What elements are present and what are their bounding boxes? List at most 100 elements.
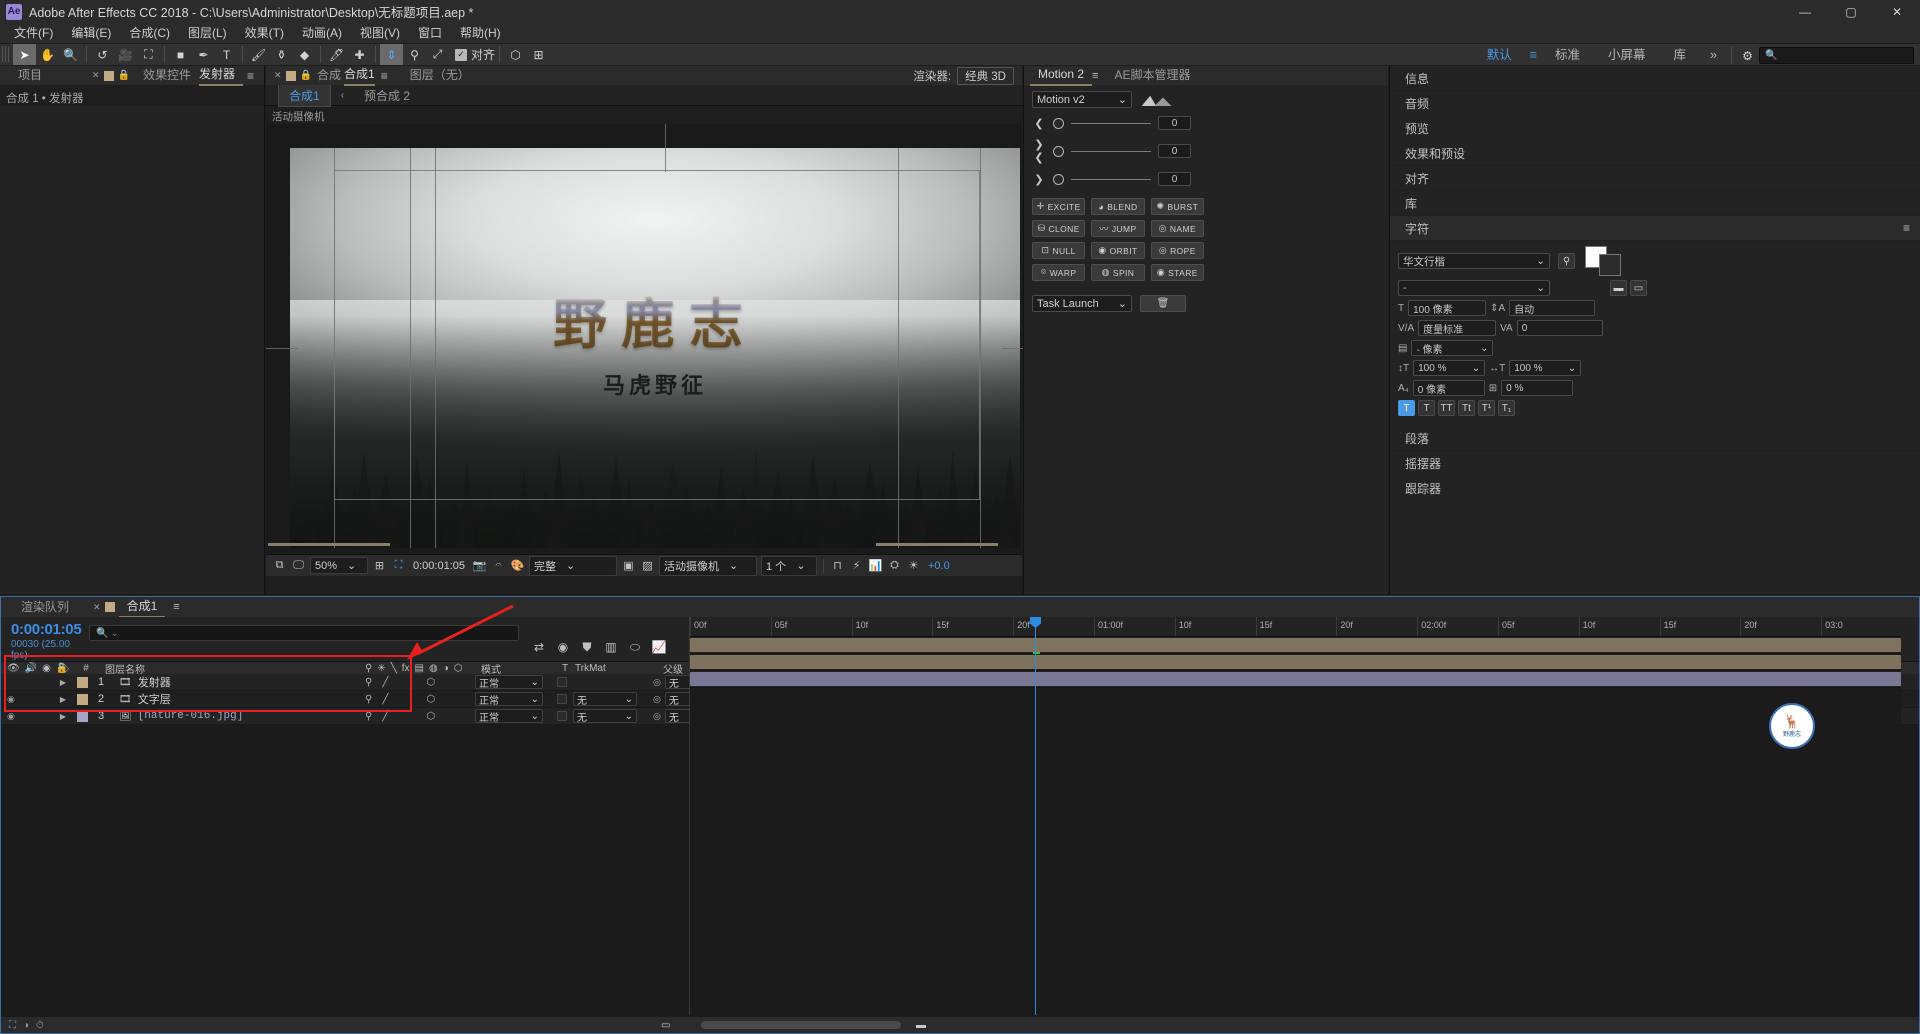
grid-guides-icon[interactable]: ⊞ [372, 558, 387, 573]
toggle-switches-icon[interactable]: ⛶ [9, 1020, 16, 1031]
exposure-value[interactable]: +0.0 [925, 560, 953, 572]
parent-pickwhip-icon[interactable]: ◎ [653, 711, 661, 722]
vertical-scale-field[interactable]: 100 % ⌄ [1413, 360, 1486, 376]
fast-preview-icon[interactable]: ⚡ [849, 558, 864, 573]
timeline-track-row[interactable] [690, 654, 1901, 671]
sidebar-item-4[interactable]: 对齐 [1390, 166, 1920, 191]
timeline-timecode[interactable]: 0:00:01:05 [11, 621, 89, 638]
fill-swatch-small-icon[interactable]: ▬ [1610, 280, 1627, 296]
menu-item-0[interactable]: 文件(F) [5, 23, 62, 43]
subtab-collapse-icon[interactable]: ‹ [333, 90, 352, 101]
solo-switch-icon[interactable]: ◉ [42, 663, 51, 674]
align-toggle[interactable]: ✓ 对齐 [455, 46, 495, 63]
snapshot-icon[interactable]: 📷 [472, 558, 487, 573]
motionblur-icon[interactable]: ◍ [429, 663, 438, 674]
zoom-in-icon[interactable]: ▬ [916, 1020, 926, 1031]
layer-shy-switch[interactable]: ⚲ [365, 677, 372, 688]
maximize-button[interactable]: ▢ [1828, 0, 1874, 23]
layer-color-swatch[interactable] [76, 710, 88, 722]
composition-mini-flowchart-icon[interactable]: ⇄ [531, 639, 547, 655]
slider-track-1[interactable] [1071, 150, 1151, 152]
layer-t-toggle[interactable] [557, 694, 567, 704]
timeline-search-input[interactable]: 🔍 ⌄ [89, 625, 519, 641]
parent-pickwhip-icon[interactable]: ◎ [653, 677, 661, 688]
roto-brush-tool[interactable]: 🖊 [325, 44, 348, 65]
toolbar-grip-icon[interactable] [2, 47, 10, 62]
clone-stamp-tool[interactable]: ⚱ [270, 44, 293, 65]
motion-button-null[interactable]: ⊡ NULL [1032, 242, 1086, 259]
workspace-3[interactable]: 库 [1660, 44, 1701, 67]
composition-stage[interactable]: 野鹿志 马虎野征 [266, 124, 1034, 554]
tab-composition[interactable]: 合成 [317, 66, 344, 85]
stroke-width-field[interactable]: - 像素 ⌄ [1411, 340, 1494, 356]
type-style-button-2[interactable]: TT [1438, 400, 1455, 416]
search-input[interactable]: 🔍 [1759, 47, 1914, 64]
font-size-field[interactable]: 100 像素 [1408, 300, 1487, 316]
graph-editor-icon[interactable]: 📈 [651, 639, 667, 655]
type-style-button-4[interactable]: T¹ [1478, 400, 1495, 416]
slider-value-0[interactable]: 0 [1158, 116, 1191, 130]
motion-button-spin[interactable]: ◍ SPIN [1091, 264, 1145, 281]
grid-icon[interactable]: ⊞ [527, 44, 550, 65]
comp-lock-icon[interactable]: 🔒 [300, 70, 312, 81]
layer-t-toggle[interactable] [557, 711, 567, 721]
slider-icon-1[interactable]: ❯❮ [1032, 138, 1046, 164]
menu-item-5[interactable]: 动画(A) [293, 23, 351, 43]
motion-panel-menu-icon[interactable]: ≡ [1092, 70, 1106, 82]
tab-project[interactable]: 项目 [10, 66, 50, 85]
motion-tab-0[interactable]: Motion 2 [1030, 65, 1093, 86]
renderer-button[interactable]: 经典 3D [957, 67, 1014, 85]
close-comp-tab-icon[interactable]: ✕ [274, 70, 282, 81]
motion-blur-icon[interactable]: ⬭ [627, 639, 643, 655]
layer-expand-arrow[interactable]: ▶ [53, 691, 73, 707]
tsume-field[interactable]: 0 % [1501, 380, 1574, 396]
zoom-out-icon[interactable]: ▭ [661, 1020, 670, 1031]
comp-subtab-1[interactable]: 预合成 2 [354, 85, 420, 106]
show-snapshot-icon[interactable]: 𝄐 [491, 558, 506, 573]
layer-duration-bar[interactable] [690, 655, 1901, 669]
layer-video-toggle[interactable]: ◉ [7, 711, 15, 722]
close-button[interactable]: ✕ [1874, 0, 1920, 23]
layer-quality-switch[interactable]: ╱ [382, 677, 388, 688]
rotation-tool[interactable]: ↺ [91, 44, 114, 65]
layer-trkmat-select[interactable]: 无 ⌄ [573, 692, 637, 707]
camera-view-select[interactable]: 活动摄像机 ⌄ [659, 555, 757, 576]
snapping-icon[interactable]: ⬡ [504, 44, 527, 65]
flowchart-icon[interactable]: ⛭ [887, 558, 902, 573]
motion-button-blend[interactable]: ◕ BLEND [1091, 198, 1145, 215]
workspace-settings-icon[interactable]: ⚙ [1736, 45, 1759, 66]
menu-item-8[interactable]: 帮助(H) [451, 23, 510, 43]
eraser-tool[interactable]: ◆ [293, 44, 316, 65]
selection-tool[interactable]: ➤ [13, 44, 36, 65]
layer-quality-switch[interactable]: ╱ [382, 694, 388, 705]
menu-item-6[interactable]: 视图(V) [351, 23, 409, 43]
sidebar-item-wiggler[interactable]: 摇摆器 [1390, 451, 1920, 476]
tab-composition-name[interactable]: 合成1 [344, 65, 375, 86]
composition-canvas[interactable]: 野鹿志 马虎野征 [266, 124, 1034, 548]
motion-button-burst[interactable]: ✺ BURST [1150, 198, 1204, 215]
layer-3d-switch[interactable]: ⬡ [426, 694, 435, 705]
pan-camera-tool[interactable]: ⤢ [426, 44, 449, 65]
motion-tab-1[interactable]: AE脚本管理器 [1106, 66, 1198, 85]
menu-item-2[interactable]: 合成(C) [120, 23, 179, 43]
menu-item-3[interactable]: 图层(L) [179, 23, 236, 43]
anchor-point-tool[interactable]: ⛶ [137, 44, 160, 65]
layer-expand-arrow[interactable]: ▶ [53, 674, 73, 690]
slider-knob-0[interactable] [1053, 117, 1064, 129]
frame-blending-icon[interactable]: ▥ [603, 639, 619, 655]
shape-tool[interactable]: ■ [169, 44, 192, 65]
stroke-color-swatch[interactable] [1599, 254, 1621, 276]
toggle-mask-icon[interactable]: ▨ [640, 558, 655, 573]
slider-icon-0[interactable]: ❮ [1032, 117, 1046, 130]
tab-effect-target[interactable]: 发射器 [198, 65, 243, 86]
timeline-zoom-scrollbar[interactable] [701, 1021, 901, 1029]
timeline-close-tab-icon[interactable]: ✕ [93, 602, 101, 613]
exposure-icon[interactable]: ☀ [906, 558, 921, 573]
font-family-select[interactable]: 华文行楷 ⌄ [1398, 253, 1550, 269]
slider-knob-1[interactable] [1053, 145, 1064, 157]
slider-value-1[interactable]: 0 [1158, 144, 1191, 158]
always-preview-icon[interactable]: ⧉ [272, 558, 287, 573]
workspace-1[interactable]: 标准 [1541, 44, 1594, 67]
layer-name[interactable]: 文字层 [138, 691, 171, 707]
slider-icon-2[interactable]: ❯ [1032, 173, 1046, 186]
